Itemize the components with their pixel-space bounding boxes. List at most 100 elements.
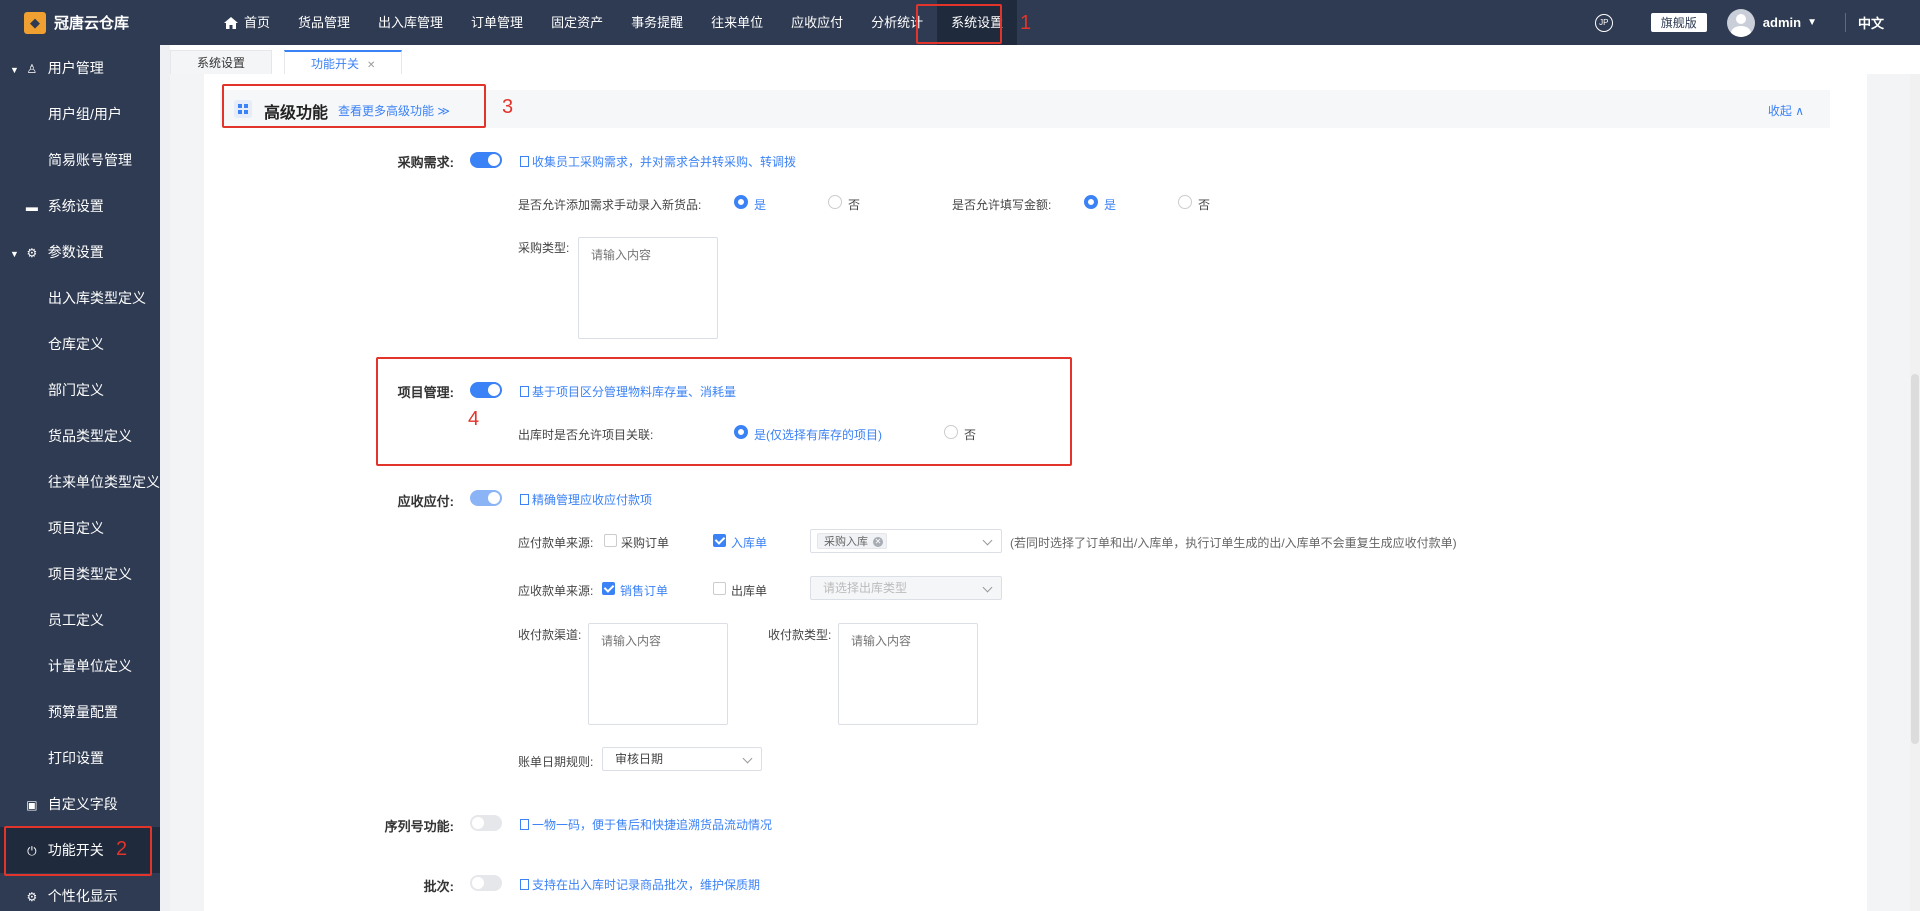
payable-stock-in-checkbox[interactable] [713, 534, 726, 547]
nav-fixed-assets[interactable]: 固定资产 [537, 0, 617, 45]
scrollbar-thumb[interactable] [1911, 374, 1919, 744]
grid-icon [234, 100, 252, 118]
project-link-no-label[interactable]: 否 [964, 426, 976, 443]
receivable-stock-out-label[interactable]: 出库单 [731, 582, 767, 599]
serial-switch[interactable] [470, 815, 502, 831]
page-scrollbar[interactable] [1910, 74, 1920, 911]
purchase-switch[interactable] [470, 152, 502, 168]
sidebar-label: 系统设置 [47, 198, 104, 214]
receivable-stock-out-checkbox[interactable] [713, 582, 726, 595]
sidebar-item-simple-account[interactable]: 简易账号管理 [0, 137, 160, 183]
allow-manual-label: 是否允许添加需求手动录入新货品: [518, 198, 702, 212]
sidebar-item-partner-type[interactable]: 往来单位类型定义 [0, 459, 160, 505]
tab-feature-switch[interactable]: 功能开关 ✕ [284, 50, 403, 74]
nav-partners[interactable]: 往来单位 [697, 0, 777, 45]
pay-type-label: 收付款类型: [768, 628, 832, 642]
sidebar-item-project-type[interactable]: 项目类型定义 [0, 551, 160, 597]
remove-tag-icon[interactable]: ✕ [873, 537, 883, 547]
language-switch[interactable]: 中文 [1844, 13, 1894, 32]
sidebar-group-params[interactable]: ▼ ⚙ 参数设置 [0, 229, 160, 275]
sidebar-item-feature-switch[interactable]: ⏻ 功能开关 [0, 827, 160, 873]
sidebar-label: 功能开关 [47, 842, 104, 858]
doc-icon [520, 386, 529, 397]
project-switch[interactable] [470, 382, 502, 398]
nav-home-label: 首页 [244, 15, 271, 30]
allow-amount-label: 是否允许填写金额: [952, 198, 1052, 212]
doc-icon [520, 494, 529, 505]
allow-manual-no-label[interactable]: 否 [848, 196, 860, 213]
sidebar-item-unit[interactable]: 计量单位定义 [0, 643, 160, 689]
sidebar-item-department[interactable]: 部门定义 [0, 367, 160, 413]
nav-receivables[interactable]: 应收应付 [777, 0, 857, 45]
form-icon: ▣ [26, 798, 38, 812]
receivable-sales-order-label[interactable]: 销售订单 [620, 582, 668, 599]
sidebar-item-goods-type[interactable]: 货品类型定义 [0, 413, 160, 459]
nav-reminders[interactable]: 事务提醒 [617, 0, 697, 45]
pay-type-input[interactable] [838, 623, 978, 725]
collapse-button[interactable]: 收起 ∧ [1768, 102, 1804, 119]
sidebar-label: 个性化显示 [47, 888, 118, 904]
sidebar-group-user-mgmt[interactable]: ▼ ♙ 用户管理 [0, 45, 160, 91]
user-name[interactable]: admin [1763, 15, 1801, 30]
payable-purchase-order-label[interactable]: 采购订单 [621, 534, 669, 551]
allow-manual-yes-radio[interactable] [734, 195, 748, 209]
tab-system-settings[interactable]: 系统设置 [170, 50, 273, 74]
allow-manual-no-radio[interactable] [828, 195, 842, 209]
doc-icon [520, 879, 529, 890]
doc-icon [520, 156, 529, 167]
sidebar-item-project[interactable]: 项目定义 [0, 505, 160, 551]
stock-out-type-select[interactable]: 请选择出库类型 [810, 576, 1002, 600]
nav-analytics[interactable]: 分析统计 [857, 0, 937, 45]
sidebar-item-personal-display[interactable]: ⚙ 个性化显示 [0, 873, 160, 911]
project-label: 项目管理: [397, 385, 454, 400]
close-icon[interactable]: ✕ [367, 60, 375, 71]
more-features-link[interactable]: 查看更多高级功能 ≫ [338, 102, 450, 119]
user-dropdown-icon[interactable]: ▼ [1807, 17, 1817, 28]
sidebar-item-warehouse[interactable]: 仓库定义 [0, 321, 160, 367]
sidebar-item-custom-fields[interactable]: ▣ 自定义字段 [0, 781, 160, 827]
callout-number-3: 3 [502, 96, 514, 118]
allow-manual-yes-label[interactable]: 是 [754, 196, 766, 213]
home-icon [224, 16, 238, 29]
sidebar-label: 参数设置 [47, 244, 104, 260]
sidebar-item-user-group[interactable]: 用户组/用户 [0, 91, 160, 137]
sidebar-item-employee[interactable]: 员工定义 [0, 597, 160, 643]
allow-amount-yes-label[interactable]: 是 [1104, 196, 1116, 213]
channel-label: 收付款渠道: [518, 628, 582, 642]
nav-stock-io[interactable]: 出入库管理 [364, 0, 457, 45]
stock-in-type-select[interactable]: 采购入库 ✕ [810, 529, 1002, 553]
avatar[interactable] [1726, 8, 1755, 37]
app-logo[interactable]: ◆ 冠唐云仓库 [0, 0, 170, 45]
nav-system-settings[interactable]: 系统设置 [937, 0, 1018, 45]
sidebar-item-print[interactable]: 打印设置 [0, 735, 160, 781]
sidebar-item-system-settings[interactable]: ▬ 系统设置 [0, 183, 160, 229]
project-link-no-radio[interactable] [944, 425, 958, 439]
project-link-yes-label[interactable]: 是(仅选择有库存的项目) [754, 426, 882, 443]
gear-icon: ⚙ [26, 246, 38, 260]
receivable-sales-order-checkbox[interactable] [602, 582, 615, 595]
nav-goods[interactable]: 货品管理 [284, 0, 364, 45]
allow-amount-no-radio[interactable] [1178, 195, 1192, 209]
nav-orders[interactable]: 订单管理 [457, 0, 537, 45]
nav-home[interactable]: 首页 [210, 0, 284, 45]
receivable-source-label: 应收款单来源: [518, 584, 594, 598]
project-link-yes-radio[interactable] [734, 425, 748, 439]
purchase-type-input[interactable] [578, 237, 718, 339]
batch-switch[interactable] [470, 875, 502, 891]
sidebar-item-budget[interactable]: 预算量配置 [0, 689, 160, 735]
allow-amount-yes-radio[interactable] [1084, 195, 1098, 209]
allow-amount-no-label[interactable]: 否 [1198, 196, 1210, 213]
profile-badge-icon[interactable]: JP [1594, 13, 1613, 32]
main-nav: 首页 货品管理 出入库管理 订单管理 固定资产 事务提醒 往来单位 应收应付 分… [210, 0, 1018, 45]
payable-purchase-order-checkbox[interactable] [604, 534, 617, 547]
date-rule-select[interactable]: 审核日期 [602, 747, 762, 771]
ar-switch[interactable] [470, 490, 502, 506]
section-title: 高级功能 [264, 105, 329, 122]
sidebar-scrollbar[interactable] [160, 45, 170, 911]
project-desc: 基于项目区分管理物料库存量、消耗量 [520, 383, 736, 400]
warehouse-logo-icon: ◆ [24, 11, 46, 34]
payable-stock-in-label[interactable]: 入库单 [731, 534, 767, 551]
sidebar-item-io-type[interactable]: 出入库类型定义 [0, 275, 160, 321]
channel-input[interactable] [588, 623, 728, 725]
caret-down-icon: ▼ [10, 249, 19, 259]
